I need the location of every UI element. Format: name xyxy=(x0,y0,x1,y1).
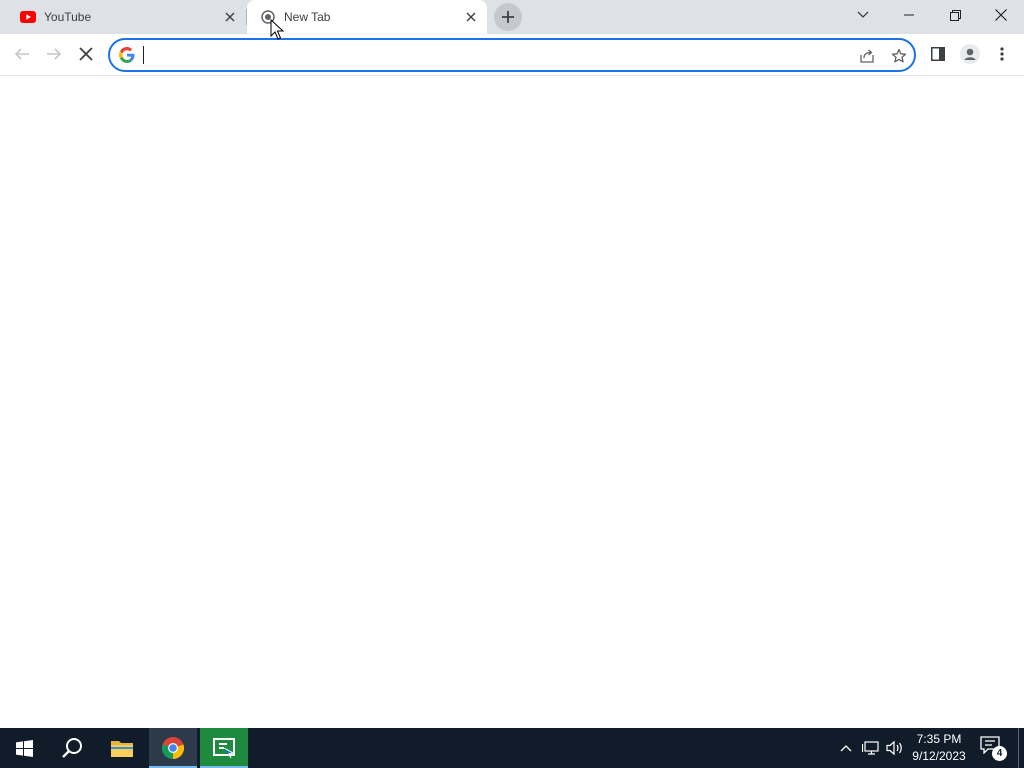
start-button[interactable] xyxy=(0,728,48,768)
side-panel-button[interactable] xyxy=(923,39,953,69)
text-caret xyxy=(143,46,144,64)
tab-title: New Tab xyxy=(284,10,331,24)
arrow-right-icon xyxy=(47,48,62,60)
remote-app-icon xyxy=(213,738,235,759)
show-desktop-button[interactable] xyxy=(1018,728,1019,768)
file-explorer-icon xyxy=(111,741,133,757)
share-icon[interactable] xyxy=(856,45,878,67)
minimize-icon xyxy=(904,14,914,16)
new-tab-button[interactable] xyxy=(494,3,522,31)
close-window-button[interactable] xyxy=(978,0,1024,30)
remote-app-button[interactable] xyxy=(200,728,248,768)
forward-button[interactable] xyxy=(39,39,69,69)
action-center-button[interactable]: 4 xyxy=(980,736,1008,762)
tab-search-button[interactable] xyxy=(840,0,886,30)
network-button[interactable] xyxy=(861,738,881,758)
restore-icon xyxy=(949,9,961,21)
page-content xyxy=(0,77,1024,728)
volume-button[interactable] xyxy=(885,738,905,758)
chevron-down-icon xyxy=(857,11,869,18)
clock-time: 7:35 PM xyxy=(916,732,962,746)
star-icon[interactable] xyxy=(888,45,910,67)
clock-date: 9/12/2023 xyxy=(912,749,966,763)
show-hidden-icons-button[interactable] xyxy=(836,738,856,758)
close-tab-icon[interactable] xyxy=(220,7,240,27)
tab-strip: YouTube New Tab xyxy=(0,0,1024,34)
minimize-button[interactable] xyxy=(886,0,932,30)
system-clock[interactable]: 7:35 PM 9/12/2023 xyxy=(904,731,974,765)
plus-icon xyxy=(502,11,514,23)
taskbar-search-button[interactable] xyxy=(48,728,96,768)
windows-taskbar: 7:35 PM 9/12/2023 4 xyxy=(0,728,1024,768)
profile-icon xyxy=(960,44,980,64)
stop-loading-button[interactable] xyxy=(71,39,101,69)
close-icon xyxy=(995,9,1007,21)
chevron-up-icon xyxy=(840,745,852,752)
start-icon xyxy=(15,739,33,757)
menu-button[interactable] xyxy=(987,39,1017,69)
browser-toolbar xyxy=(0,34,1024,76)
arrow-left-icon xyxy=(14,48,29,60)
google-icon xyxy=(119,47,135,63)
menu-icon xyxy=(1000,47,1004,61)
profile-button[interactable] xyxy=(955,39,985,69)
address-bar[interactable] xyxy=(108,38,916,72)
mouse-cursor-icon xyxy=(270,19,284,40)
youtube-icon xyxy=(20,9,36,25)
tab-youtube[interactable]: YouTube xyxy=(0,0,246,34)
side-panel-icon xyxy=(931,47,945,61)
back-button[interactable] xyxy=(7,39,37,69)
close-tab-icon[interactable] xyxy=(461,7,481,27)
speaker-icon xyxy=(886,740,902,756)
omnibox-input[interactable] xyxy=(141,45,841,65)
chrome-icon xyxy=(161,737,185,760)
notification-count-badge: 4 xyxy=(992,746,1007,761)
search-icon xyxy=(62,738,82,758)
stop-loading-icon xyxy=(79,47,93,61)
chrome-taskbar-button[interactable] xyxy=(149,728,197,768)
tab-title: YouTube xyxy=(44,10,92,24)
network-icon xyxy=(862,741,879,755)
file-explorer-button[interactable] xyxy=(98,728,146,768)
restore-button[interactable] xyxy=(932,0,978,30)
